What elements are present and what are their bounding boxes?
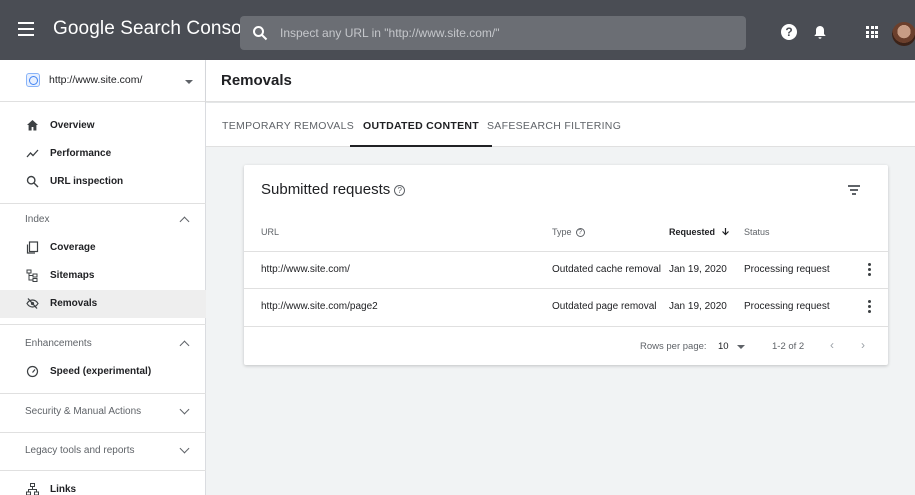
row-1-url: http://www.site.com/ bbox=[261, 264, 350, 275]
page-title: Removals bbox=[221, 72, 292, 89]
coverage-icon bbox=[26, 241, 39, 254]
sidebar: http://www.site.com/ Overview Performanc… bbox=[0, 60, 206, 495]
sidebar-item-coverage[interactable]: Coverage bbox=[0, 234, 206, 262]
sidebar-item-overview[interactable]: Overview bbox=[0, 112, 206, 140]
search-icon bbox=[26, 175, 39, 188]
pagination-range: 1-2 of 2 bbox=[772, 341, 805, 352]
row-1-type: Outdated cache removal bbox=[552, 264, 661, 275]
sitemap-icon bbox=[26, 269, 38, 282]
previous-page-button[interactable]: ‹ bbox=[830, 338, 834, 352]
row-2-type: Outdated page removal bbox=[552, 301, 657, 312]
divider bbox=[244, 326, 888, 327]
home-icon bbox=[27, 120, 38, 131]
row-2-status: Processing request bbox=[744, 301, 830, 312]
arrow-down-icon bbox=[721, 228, 729, 236]
card-title: Submitted requests? bbox=[261, 181, 406, 198]
next-page-button[interactable]: › bbox=[861, 338, 865, 352]
account-avatar[interactable] bbox=[892, 22, 915, 46]
help-circle-icon[interactable]: ? bbox=[394, 185, 406, 196]
section-enhancements-header[interactable]: Enhancements bbox=[0, 328, 206, 358]
section-security-header[interactable]: Security & Manual Actions bbox=[0, 396, 206, 426]
divider bbox=[0, 393, 206, 394]
row-2-url: http://www.site.com/page2 bbox=[261, 301, 378, 312]
rows-per-page-label: Rows per page: bbox=[640, 341, 707, 352]
gauge-icon bbox=[26, 365, 39, 378]
app-title: Google Search Console bbox=[53, 18, 257, 39]
submitted-requests-card: Submitted requests? URL Type? Requested … bbox=[244, 165, 888, 365]
divider bbox=[244, 251, 888, 252]
trending-icon bbox=[26, 149, 39, 158]
more-vert-icon[interactable] bbox=[868, 263, 872, 277]
search-bar[interactable] bbox=[240, 16, 746, 50]
sidebar-item-links[interactable]: Links bbox=[0, 476, 206, 495]
dropdown-caret-icon bbox=[185, 80, 193, 84]
sidebar-item-speed[interactable]: Speed (experimental) bbox=[0, 358, 206, 386]
notifications-bell-icon[interactable] bbox=[812, 24, 828, 40]
page-header: Removals bbox=[206, 60, 915, 102]
tab-outdated-content[interactable]: OUTDATED CONTENT bbox=[350, 103, 493, 147]
sidebar-item-removals[interactable]: Removals bbox=[0, 290, 206, 318]
menu-icon[interactable] bbox=[18, 22, 34, 36]
divider bbox=[0, 324, 206, 325]
help-icon[interactable]: ? bbox=[781, 24, 797, 40]
property-selector[interactable]: http://www.site.com/ bbox=[0, 60, 206, 102]
removals-icon bbox=[26, 298, 39, 309]
top-app-bar: Google Search Console ? bbox=[0, 0, 915, 60]
sidebar-item-performance[interactable]: Performance bbox=[0, 140, 206, 168]
chevron-down-icon bbox=[179, 443, 190, 454]
tab-temporary-removals[interactable]: TEMPORARY REMOVALS bbox=[222, 103, 354, 147]
divider bbox=[0, 470, 206, 471]
apps-grid-icon[interactable] bbox=[866, 26, 878, 38]
property-label: http://www.site.com/ bbox=[49, 74, 143, 86]
url-inspect-input[interactable] bbox=[280, 16, 730, 50]
help-circle-icon[interactable]: ? bbox=[575, 228, 585, 237]
tab-safesearch-filtering[interactable]: SAFESEARCH FILTERING bbox=[487, 103, 621, 147]
property-globe-icon bbox=[26, 73, 40, 87]
dropdown-caret-icon bbox=[737, 345, 746, 349]
divider bbox=[0, 432, 206, 433]
row-1-status: Processing request bbox=[744, 264, 830, 275]
main-content: Removals TEMPORARY REMOVALS OUTDATED CON… bbox=[206, 60, 915, 495]
chevron-up-icon bbox=[179, 216, 190, 227]
sidebar-item-url-inspection[interactable]: URL inspection bbox=[0, 168, 206, 196]
sidebar-item-sitemaps[interactable]: Sitemaps bbox=[0, 262, 206, 290]
row-1-requested: Jan 19, 2020 bbox=[669, 264, 727, 275]
chevron-up-icon bbox=[179, 340, 190, 351]
divider bbox=[244, 288, 888, 289]
rows-per-page-select[interactable]: 10 bbox=[718, 341, 746, 352]
section-legacy-header[interactable]: Legacy tools and reports bbox=[0, 435, 206, 465]
filter-icon[interactable] bbox=[848, 185, 860, 195]
column-header-type[interactable]: Type? bbox=[552, 227, 585, 237]
column-header-status: Status bbox=[744, 227, 770, 237]
search-icon bbox=[253, 26, 268, 41]
links-icon bbox=[26, 483, 39, 495]
section-index-header[interactable]: Index bbox=[0, 204, 206, 234]
row-2-requested: Jan 19, 2020 bbox=[669, 301, 727, 312]
tab-bar: TEMPORARY REMOVALS OUTDATED CONTENT SAFE… bbox=[206, 103, 915, 147]
chevron-down-icon bbox=[179, 404, 190, 415]
column-header-requested[interactable]: Requested bbox=[669, 227, 730, 237]
more-vert-icon[interactable] bbox=[868, 300, 872, 314]
column-header-url: URL bbox=[261, 227, 280, 237]
